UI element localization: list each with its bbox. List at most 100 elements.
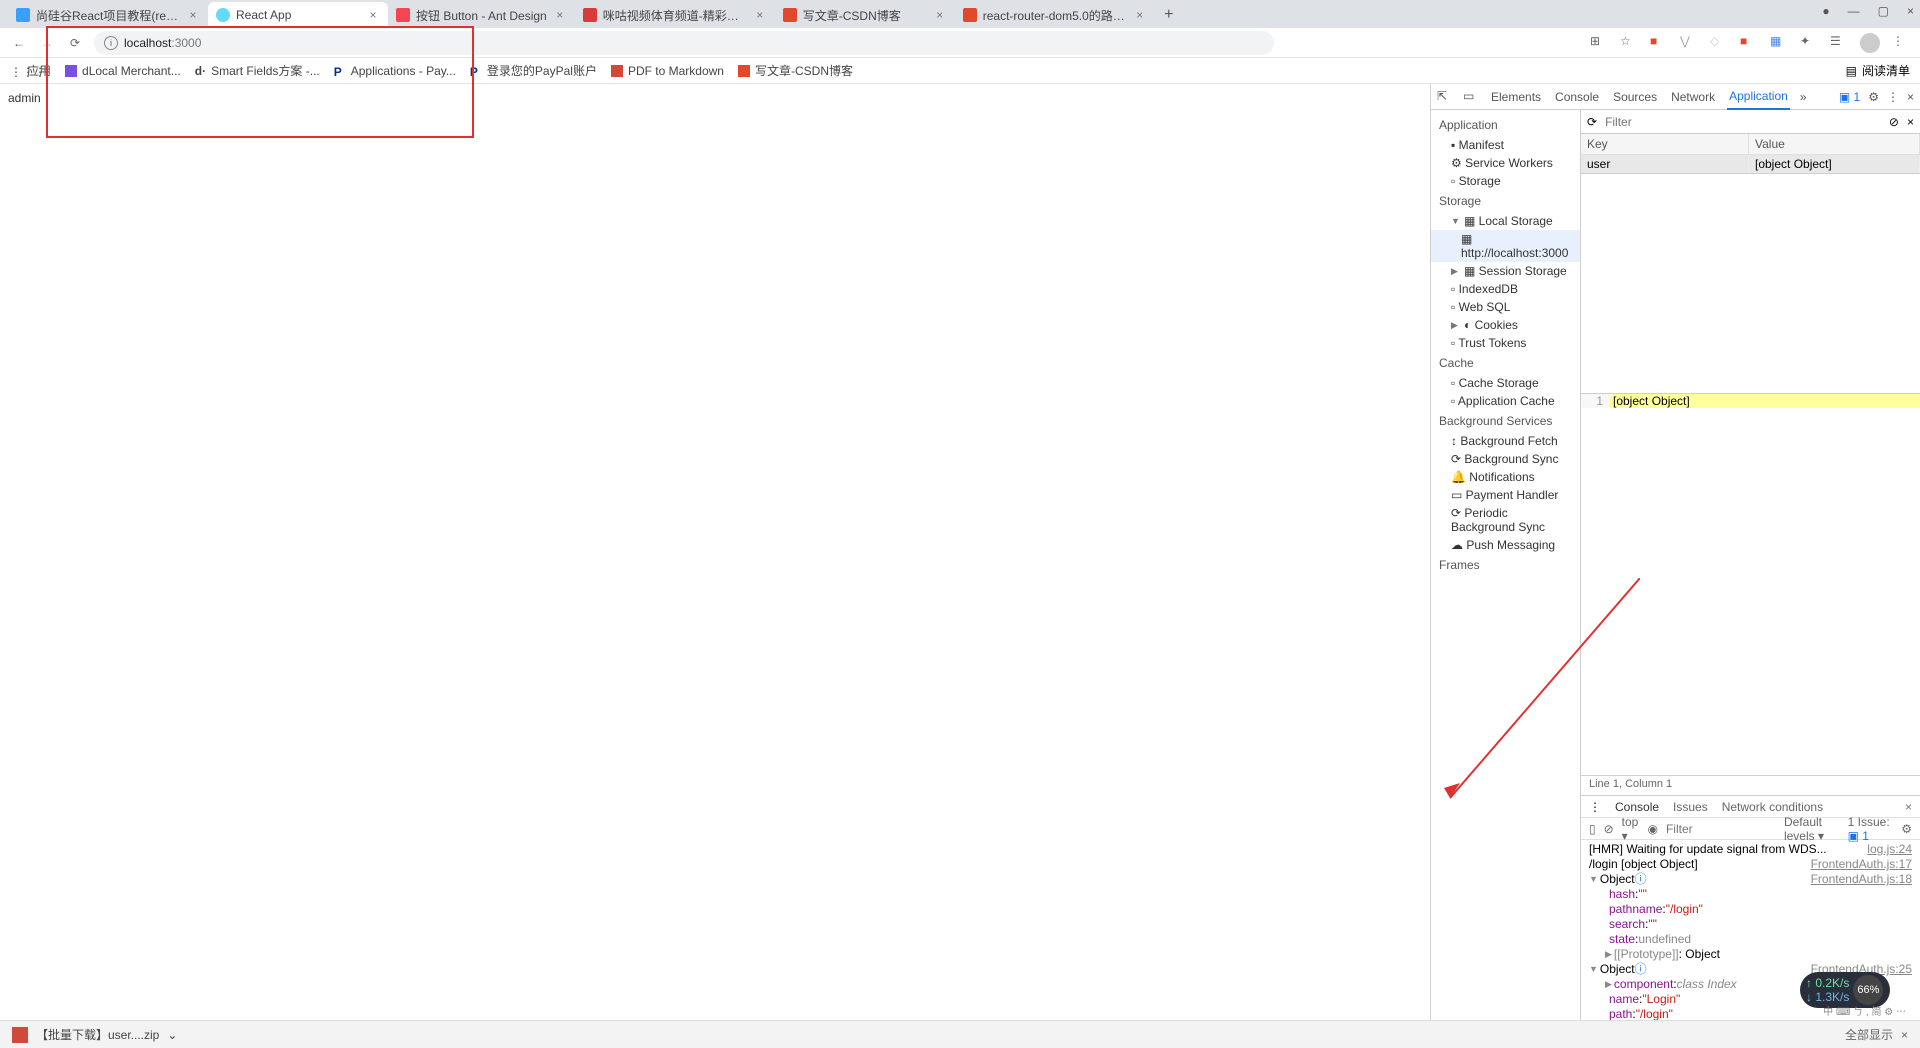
object-proto[interactable]: ▶[[Prototype]]: Object (1581, 947, 1920, 962)
bookmark-item[interactable]: 写文章-CSDN博客 (738, 62, 853, 79)
tree-cookies[interactable]: ▶◐ Cookies (1431, 316, 1580, 334)
storage-row[interactable]: user[object Object] (1581, 155, 1920, 173)
tree-periodic-sync[interactable]: ⟳ Periodic Background Sync (1431, 504, 1580, 536)
browser-tab[interactable]: 写文章-CSDN博客× (775, 2, 955, 28)
browser-tab[interactable]: 咪咕视频体育频道-精彩赛事在线× (575, 2, 775, 28)
maximize-icon[interactable]: ▢ (1878, 4, 1889, 18)
site-info-icon[interactable]: i (104, 36, 118, 50)
device-icon[interactable]: ▭ (1463, 89, 1479, 105)
translate-icon[interactable]: ⊞ (1590, 34, 1608, 52)
tree-session-storage[interactable]: ▶▦ Session Storage (1431, 262, 1580, 280)
context-select[interactable]: top ▾ (1622, 815, 1640, 843)
source-link[interactable]: FrontendAuth.js:17 (1811, 857, 1912, 872)
tree-app-cache[interactable]: ▫ Application Cache (1431, 392, 1580, 410)
chevron-down-icon[interactable]: ⌄ (167, 1028, 177, 1042)
ext-icon[interactable]: ▦ (1770, 34, 1788, 52)
reading-list-button[interactable]: ▤阅读清单 (1846, 62, 1910, 79)
drawer-menu-icon[interactable]: ⋮ (1589, 800, 1601, 814)
settings-icon[interactable]: ⚙ (1868, 90, 1879, 104)
bookmark-item[interactable]: dLocal Merchant... (65, 64, 181, 78)
close-drawer-icon[interactable]: × (1905, 800, 1912, 814)
close-icon[interactable]: × (933, 8, 947, 22)
close-icon[interactable]: × (753, 8, 767, 22)
tree-storage[interactable]: ▫ Storage (1431, 172, 1580, 190)
tree-bg-sync[interactable]: ⟳ Background Sync (1431, 450, 1580, 468)
live-expr-icon[interactable]: ◉ (1647, 822, 1657, 836)
filter-input[interactable] (1605, 113, 1881, 131)
levels-select[interactable]: Default levels ▾ (1784, 815, 1840, 843)
reading-list-icon[interactable]: ☰ (1830, 34, 1848, 52)
issue-indicator[interactable]: 1 Issue: ▣ 1 (1848, 815, 1894, 843)
col-value[interactable]: Value (1749, 134, 1920, 154)
close-icon[interactable]: × (186, 8, 200, 22)
bookmark-item[interactable]: P登录您的PayPal账户 (470, 62, 597, 79)
tab-elements[interactable]: Elements (1489, 90, 1543, 104)
ext-icon[interactable]: ■ (1740, 34, 1758, 52)
tab-application[interactable]: Application (1727, 84, 1790, 110)
url-input[interactable]: i localhost:3000 (94, 31, 1274, 55)
account-icon[interactable]: ● (1822, 4, 1829, 18)
back-button[interactable]: ← (10, 34, 28, 52)
minimize-icon[interactable]: — (1848, 4, 1860, 18)
drawer-tab-network-cond[interactable]: Network conditions (1722, 800, 1823, 814)
tree-service-workers[interactable]: ⚙ Service Workers (1431, 154, 1580, 172)
browser-tab-active[interactable]: React App× (208, 2, 388, 28)
menu-icon[interactable]: ⋮ (1892, 34, 1910, 52)
tab-console[interactable]: Console (1553, 90, 1601, 104)
close-window-icon[interactable]: × (1907, 4, 1914, 18)
console-object[interactable]: ▼Object ⓘFrontendAuth.js:18 (1581, 872, 1920, 887)
bookmark-item[interactable]: PDF to Markdown (611, 64, 724, 78)
inspect-icon[interactable]: ⇱ (1437, 89, 1453, 105)
sidebar-icon[interactable]: ▯ (1589, 822, 1596, 836)
tree-websql[interactable]: ▫ Web SQL (1431, 298, 1580, 316)
col-key[interactable]: Key (1581, 134, 1749, 154)
browser-tab[interactable]: 尚硅谷React项目教程(react实战× (8, 2, 208, 28)
tree-payment[interactable]: ▭ Payment Handler (1431, 486, 1580, 504)
source-link[interactable]: log.js:24 (1867, 842, 1912, 857)
drawer-tab-console[interactable]: Console (1615, 800, 1659, 814)
tree-localhost[interactable]: ▦ http://localhost:3000 (1431, 230, 1580, 262)
bookmark-star-icon[interactable]: ☆ (1620, 34, 1638, 52)
show-all-button[interactable]: 全部显示 (1845, 1026, 1893, 1043)
ext-icon[interactable]: ⋁ (1680, 34, 1698, 52)
tree-push[interactable]: ☁ Push Messaging (1431, 536, 1580, 554)
tree-local-storage[interactable]: ▼▦ Local Storage (1431, 212, 1580, 230)
close-icon[interactable]: × (553, 8, 567, 22)
tree-cache-storage[interactable]: ▫ Cache Storage (1431, 374, 1580, 392)
drawer-tab-issues[interactable]: Issues (1673, 800, 1708, 814)
tree-bg-fetch[interactable]: ↕ Background Fetch (1431, 432, 1580, 450)
console-filter-input[interactable] (1666, 822, 1776, 836)
tab-network[interactable]: Network (1669, 90, 1717, 104)
reload-button[interactable]: ⟳ (66, 34, 84, 52)
ext-icon[interactable]: ◇ (1710, 34, 1728, 52)
browser-tab[interactable]: react-router-dom5.0的路由拦截× (955, 2, 1155, 28)
refresh-icon[interactable]: ⟳ (1587, 115, 1597, 129)
delete-icon[interactable]: × (1907, 115, 1914, 129)
clear-icon[interactable]: ⊘ (1889, 115, 1899, 129)
browser-tab[interactable]: 按钮 Button - Ant Design× (388, 2, 575, 28)
more-icon[interactable]: ⋮ (1887, 90, 1899, 104)
tree-indexeddb[interactable]: ▫ IndexedDB (1431, 280, 1580, 298)
download-item[interactable]: 【批量下载】user....zip ⌄ (12, 1026, 177, 1043)
close-icon[interactable]: × (1133, 8, 1147, 22)
bookmark-item[interactable]: PApplications - Pay... (334, 64, 456, 78)
ext-icon[interactable]: ■ (1650, 34, 1668, 52)
close-icon[interactable]: × (366, 8, 380, 22)
clear-console-icon[interactable]: ⊘ (1604, 822, 1614, 836)
profile-icon[interactable] (1860, 33, 1880, 53)
tab-sources[interactable]: Sources (1611, 90, 1659, 104)
source-link[interactable]: FrontendAuth.js:18 (1811, 872, 1912, 887)
tree-trust-tokens[interactable]: ▫ Trust Tokens (1431, 334, 1580, 352)
tree-manifest[interactable]: ▪ Manifest (1431, 136, 1580, 154)
extensions-icon[interactable]: ✦ (1800, 34, 1818, 52)
more-tabs-icon[interactable]: » (1800, 90, 1807, 104)
bookmark-item[interactable]: d·Smart Fields方案 -... (195, 62, 320, 79)
close-devtools-icon[interactable]: × (1907, 90, 1914, 104)
console-settings-icon[interactable]: ⚙ (1901, 822, 1912, 836)
new-tab-button[interactable]: + (1155, 2, 1183, 28)
ime-indicator[interactable]: 中 ⌨ ㄅ , 简 ⚙ ⋯ (1823, 1003, 1906, 1018)
tree-notifications[interactable]: 🔔 Notifications (1431, 468, 1580, 486)
close-bar-icon[interactable]: × (1901, 1028, 1908, 1042)
apps-button[interactable]: ⋮⋮⋮应用 (10, 62, 51, 79)
issues-badge[interactable]: ▣ 1 (1839, 90, 1860, 104)
